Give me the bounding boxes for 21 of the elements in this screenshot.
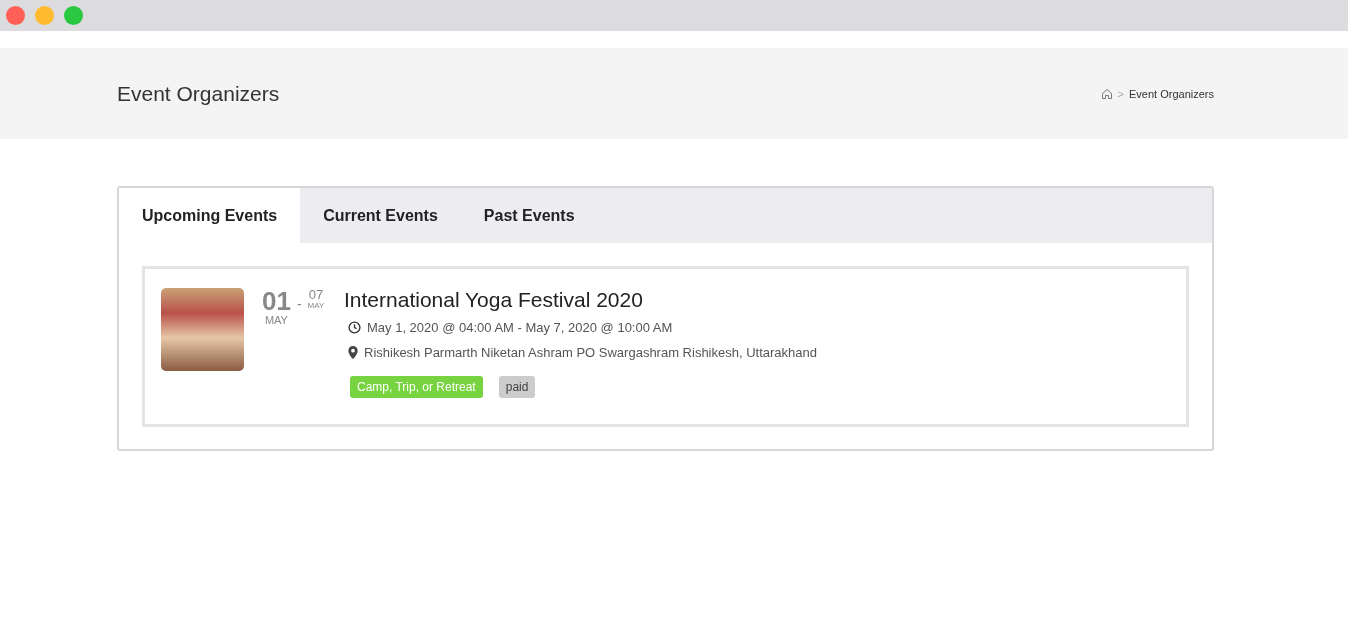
breadcrumb-item: Event Organizers	[1129, 87, 1214, 100]
map-pin-icon	[348, 346, 358, 359]
minimize-window-dot[interactable]	[35, 6, 54, 25]
event-location: Rishikesh Parmarth Niketan Ashram PO Swargashram Rishikesh, Uttarakhand	[364, 345, 817, 360]
date-separator: -	[296, 296, 302, 312]
start-month: MAY	[264, 314, 288, 326]
event-time: May 1, 2020 @ 04:00 AM - May 7, 2020 @ 10:00 AM	[367, 320, 673, 335]
start-day: 01	[262, 288, 291, 314]
end-day: 07	[308, 288, 324, 301]
close-window-dot[interactable]	[6, 6, 25, 25]
event-title[interactable]: International Yoga Festival 2020	[344, 288, 817, 312]
breadcrumb-separator: >	[1117, 87, 1124, 100]
tab[interactable]: Past Events	[460, 188, 598, 243]
tab[interactable]: Current Events	[300, 188, 461, 243]
clock-icon	[348, 321, 361, 334]
tab[interactable]: Upcoming Events	[119, 188, 301, 243]
zoom-window-dot[interactable]	[64, 6, 83, 25]
event-tag[interactable]: paid	[498, 376, 536, 398]
end-month: MAY	[307, 301, 325, 310]
page-title: Event Organizers	[117, 81, 280, 106]
home-icon[interactable]	[1100, 87, 1113, 100]
